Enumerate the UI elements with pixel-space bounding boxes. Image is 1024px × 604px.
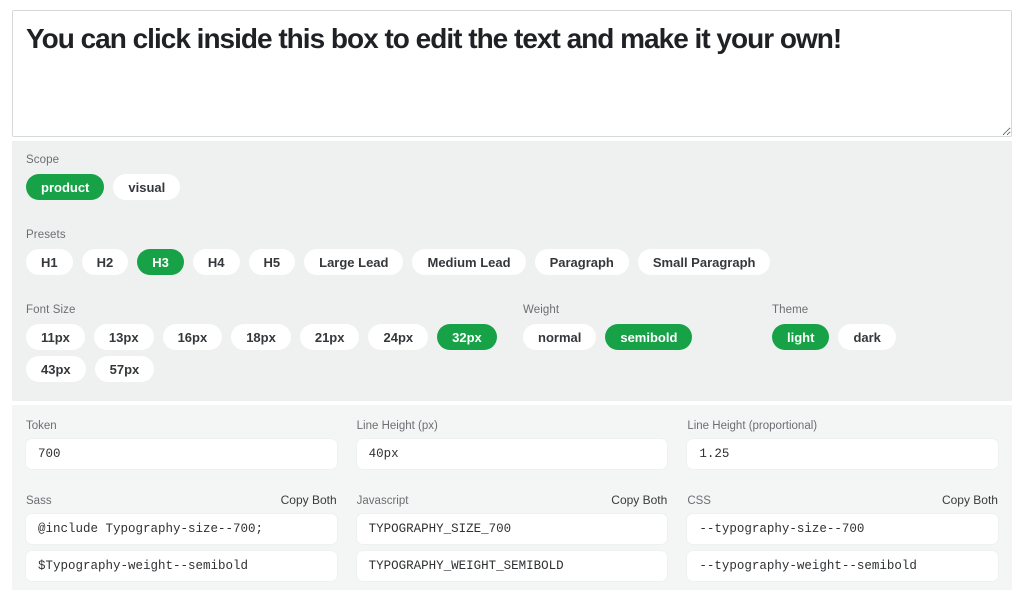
output-column-css: Line Height (proportional) 1.25 CSS Copy… [687,420,998,581]
theme-option-light[interactable]: light [772,324,829,350]
scope-option-product[interactable]: product [26,174,104,200]
presets-group: Presets H1 H2 H3 H4 H5 Large Lead Medium… [26,229,770,275]
font-size-group: Font Size 11px 13px 16px 18px 21px 24px … [26,304,518,382]
font-size-option-18px[interactable]: 18px [231,324,291,350]
preset-option-medium-lead[interactable]: Medium Lead [412,249,525,275]
scope-options: product visual [26,174,180,200]
sass-copy-both-button[interactable]: Copy Both [281,493,337,507]
scope-group: Scope product visual [26,154,180,200]
weight-option-semibold[interactable]: semibold [605,324,692,350]
font-size-option-24px[interactable]: 24px [368,324,428,350]
weight-option-normal[interactable]: normal [523,324,596,350]
font-size-option-11px[interactable]: 11px [26,324,85,350]
output-grid: Token 700 Sass Copy Both @include Typogr… [26,420,998,581]
line-height-proportional-label: Line Height (proportional) [687,420,998,432]
presets-label: Presets [26,229,770,241]
line-height-px-value-field[interactable]: 40px [357,439,668,469]
css-copy-both-button[interactable]: Copy Both [942,493,998,507]
font-size-option-57px[interactable]: 57px [95,356,155,382]
preview-textarea[interactable]: You can click inside this box to edit th… [12,10,1012,137]
theme-label: Theme [772,304,896,316]
preset-option-h3[interactable]: H3 [137,249,184,275]
font-size-option-32px[interactable]: 32px [437,324,497,350]
theme-options: light dark [772,324,896,350]
weight-options: normal semibold [523,324,692,350]
weight-group: Weight normal semibold [523,304,692,350]
line-height-px-label: Line Height (px) [357,420,668,432]
preset-option-small-paragraph[interactable]: Small Paragraph [638,249,771,275]
css-size-token-field[interactable]: --typography-size--700 [687,514,998,544]
font-size-option-21px[interactable]: 21px [300,324,360,350]
font-size-option-43px[interactable]: 43px [26,356,86,382]
css-header: CSS Copy Both [687,493,998,507]
sass-label: Sass [26,495,52,507]
theme-option-dark[interactable]: dark [838,324,895,350]
preset-option-large-lead[interactable]: Large Lead [304,249,403,275]
preset-option-h5[interactable]: H5 [249,249,296,275]
sass-weight-token-field[interactable]: $Typography-weight--semibold [26,551,337,581]
output-column-sass: Token 700 Sass Copy Both @include Typogr… [26,420,337,581]
javascript-size-token-field[interactable]: TYPOGRAPHY_SIZE_700 [357,514,668,544]
javascript-header: Javascript Copy Both [357,493,668,507]
preset-option-h4[interactable]: H4 [193,249,240,275]
javascript-copy-both-button[interactable]: Copy Both [611,493,667,507]
presets-options: H1 H2 H3 H4 H5 Large Lead Medium Lead Pa… [26,249,770,275]
preset-option-h2[interactable]: H2 [82,249,129,275]
typography-playground-page: You can click inside this box to edit th… [0,0,1024,604]
preset-option-paragraph[interactable]: Paragraph [535,249,629,275]
font-size-option-16px[interactable]: 16px [163,324,223,350]
theme-group: Theme light dark [772,304,896,350]
line-height-proportional-value-field[interactable]: 1.25 [687,439,998,469]
sass-size-token-field[interactable]: @include Typography-size--700; [26,514,337,544]
preset-option-h1[interactable]: H1 [26,249,73,275]
sass-header: Sass Copy Both [26,493,337,507]
token-label: Token [26,420,337,432]
css-weight-token-field[interactable]: --typography-weight--semibold [687,551,998,581]
font-size-options: 11px 13px 16px 18px 21px 24px 32px 43px … [26,324,518,382]
controls-panel: Scope product visual Presets H1 H2 H3 H4… [12,141,1012,401]
font-size-label: Font Size [26,304,518,316]
javascript-weight-token-field[interactable]: TYPOGRAPHY_WEIGHT_SEMIBOLD [357,551,668,581]
scope-option-visual[interactable]: visual [113,174,180,200]
font-size-option-13px[interactable]: 13px [94,324,154,350]
output-panel: Token 700 Sass Copy Both @include Typogr… [12,405,1012,590]
javascript-label: Javascript [357,495,409,507]
weight-label: Weight [523,304,692,316]
output-column-javascript: Line Height (px) 40px Javascript Copy Bo… [357,420,668,581]
css-label: CSS [687,495,711,507]
scope-label: Scope [26,154,180,166]
token-value-field[interactable]: 700 [26,439,337,469]
